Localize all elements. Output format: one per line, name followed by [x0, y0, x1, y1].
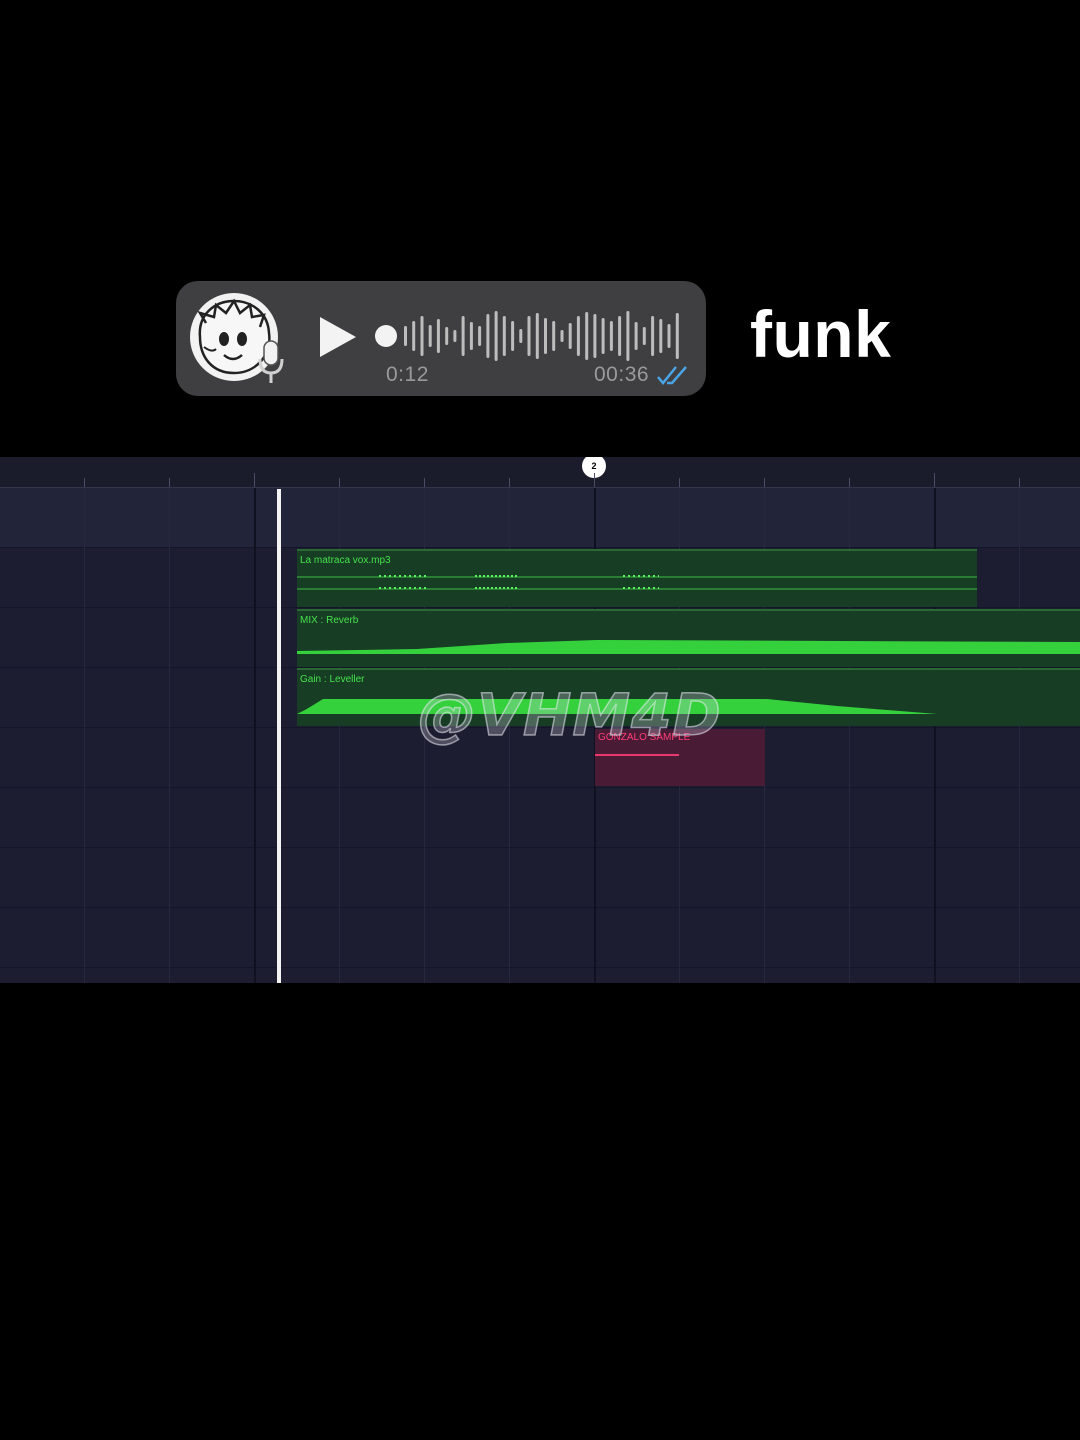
waveform-bar [453, 330, 457, 342]
waveform-bar [436, 319, 440, 353]
audio-clip[interactable]: La matraca vox.mp3 [297, 549, 977, 607]
ruler-tick [849, 478, 850, 487]
reverb-automation-curve [297, 640, 1080, 654]
playhead[interactable] [277, 489, 281, 983]
track-lane[interactable] [0, 848, 1080, 908]
waveform-bar [502, 316, 506, 356]
voice-message-bubble[interactable]: 0:12 00:36 [176, 281, 706, 396]
waveform-bar [527, 316, 531, 356]
track-lane[interactable] [0, 488, 1080, 548]
grid-line [84, 488, 85, 983]
duration-time: 00:36 [594, 363, 650, 386]
ruler-tick [509, 478, 510, 487]
waveform[interactable] [402, 309, 682, 363]
ruler-tick [764, 478, 765, 487]
ruler-tick [84, 478, 85, 487]
play-button[interactable] [316, 315, 360, 359]
track-lane[interactable] [0, 908, 1080, 968]
waveform-bar [445, 327, 449, 345]
grid-line [254, 488, 256, 983]
mic-icon [258, 340, 284, 383]
waveform-bar [642, 327, 646, 345]
ruler-tick [339, 478, 340, 487]
sample-waveform-line [595, 754, 679, 756]
waveform-bar [420, 316, 424, 356]
ruler-tick [679, 478, 680, 487]
ruler-tick [934, 473, 935, 487]
waveform-bar [560, 330, 564, 342]
waveform-bar [494, 311, 498, 361]
waveform-bar [585, 312, 589, 360]
daw-playlist[interactable]: 2 La matraca vox.mp3 MIX : Reverb Gain :… [0, 457, 1080, 983]
waveform-bar [404, 326, 407, 346]
waveform-bar [461, 316, 465, 356]
waveform-bar [469, 322, 473, 350]
waveform-bar [593, 314, 597, 358]
waveform-bar [626, 311, 630, 361]
grid-line [1019, 488, 1020, 983]
waveform-bar [478, 326, 482, 346]
waveform-bar [535, 313, 539, 359]
timeline-ruler[interactable]: 2 [0, 457, 1080, 488]
ruler-tick [1019, 478, 1020, 487]
caption-text: funk [750, 297, 892, 371]
waveform-bar [651, 316, 655, 356]
waveform-bar [568, 323, 572, 349]
ruler-tick [169, 478, 170, 487]
waveform-bar [634, 322, 638, 350]
track-lane[interactable] [0, 788, 1080, 848]
audio-waveform [297, 575, 977, 590]
elapsed-time: 0:12 [386, 363, 429, 386]
playback-scrubber[interactable] [375, 325, 397, 347]
grid-line [169, 488, 170, 983]
waveform-bar [412, 321, 416, 351]
waveform-bar [552, 321, 556, 351]
ruler-tick [424, 478, 425, 487]
ruler-tick [594, 473, 595, 487]
waveform-bar [519, 329, 523, 343]
waveform-bar [544, 318, 547, 354]
double-check-icon [657, 366, 687, 385]
waveform-bar [675, 313, 679, 359]
waveform-bar [601, 318, 605, 354]
waveform-bar [486, 314, 490, 358]
watermark: @VHM4D [417, 680, 722, 750]
waveform-bar [576, 316, 580, 356]
waveform-bar [428, 325, 432, 347]
waveform-bar [618, 316, 622, 356]
ruler-tick [254, 473, 255, 487]
waveform-bar [511, 321, 515, 351]
waveform-bar [659, 319, 663, 353]
automation-clip-reverb[interactable]: MIX : Reverb [297, 609, 1080, 667]
waveform-bar [609, 321, 613, 351]
waveform-bar [667, 324, 671, 348]
